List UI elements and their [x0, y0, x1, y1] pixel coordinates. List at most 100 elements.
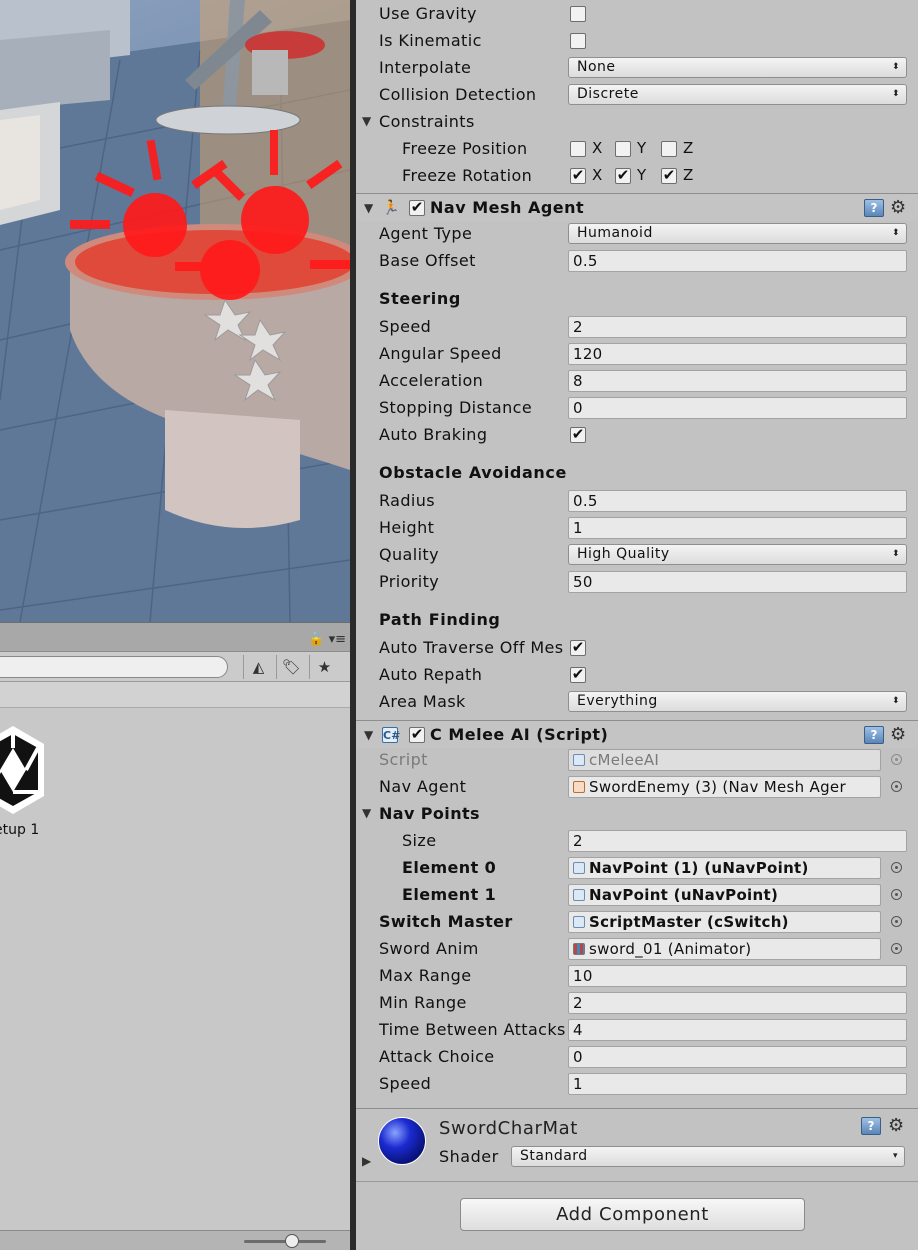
nav-agent-label: Nav Agent [379, 777, 467, 796]
height-field[interactable]: 1 [568, 517, 907, 539]
fold-closed-icon[interactable]: ▶ [362, 1151, 371, 1171]
gear-icon[interactable]: ⚙ [888, 1115, 904, 1136]
switch-master-field[interactable]: ScriptMaster (cSwitch) [568, 911, 881, 933]
shader-value: Standard [520, 1148, 588, 1164]
element-1-field[interactable]: NavPoint (uNavPoint) [568, 884, 881, 906]
script-file-icon [573, 862, 585, 874]
size-field[interactable]: 2 [568, 830, 907, 852]
material-name: SwordCharMat [439, 1118, 578, 1139]
shader-dropdown[interactable]: Standard ▾ [511, 1146, 905, 1167]
object-picker-icon[interactable] [891, 781, 902, 792]
filter-by-type-icon[interactable]: ◭ [243, 655, 273, 679]
element-0-label: Element 0 [402, 858, 497, 877]
nav-points-size-row: Size 2 [356, 827, 918, 854]
freeze-rotation-z-checkbox[interactable]: ✔ [661, 168, 677, 184]
interpolate-row: Interpolate None ⬍ [356, 54, 918, 81]
project-search-input[interactable] [0, 656, 228, 678]
dropdown-arrow-icon: ⬍ [891, 696, 900, 706]
freeze-position-x-checkbox[interactable] [570, 141, 586, 157]
nav-agent-field[interactable]: SwordEnemy (3) (Nav Mesh Ager [568, 776, 881, 798]
max-range-field[interactable]: 10 [568, 965, 907, 987]
melee-ai-enabled-checkbox[interactable]: ✔ [409, 727, 425, 743]
script-file-icon [573, 889, 585, 901]
axis-z-label: Z [683, 166, 694, 184]
melee-ai-header[interactable]: ▼ C# ✔ C Melee AI (Script) ? ⚙ [356, 720, 918, 748]
min-range-field[interactable]: 2 [568, 992, 907, 1014]
stopping-distance-field[interactable]: 0 [568, 397, 907, 419]
favorite-star-icon[interactable]: ★ [309, 655, 339, 679]
collision-detection-dropdown[interactable]: Discrete ⬍ [568, 84, 907, 105]
interpolate-dropdown[interactable]: None ⬍ [568, 57, 907, 78]
is-kinematic-checkbox[interactable] [570, 33, 586, 49]
freeze-rotation-y-checkbox[interactable]: ✔ [615, 168, 631, 184]
priority-field[interactable]: 50 [568, 571, 907, 593]
ai-speed-label: Speed [379, 1074, 432, 1093]
nav-mesh-agent-enabled-checkbox[interactable]: ✔ [409, 200, 425, 216]
size-label: Size [402, 831, 437, 850]
constraints-row[interactable]: ▼ Constraints [356, 108, 918, 135]
script-field: cMeleeAI [568, 749, 881, 771]
ai-speed-field[interactable]: 1 [568, 1073, 907, 1095]
time-between-attacks-field[interactable]: 4 [568, 1019, 907, 1041]
project-tab-bar: 🔒 ▾≡ [0, 622, 350, 652]
acceleration-field[interactable]: 8 [568, 370, 907, 392]
asset-label[interactable]: etup 1 [0, 822, 39, 838]
object-picker-icon[interactable] [891, 916, 902, 927]
inspector-panel: Use Gravity Is Kinematic Interpolate Non… [356, 0, 918, 1250]
axis-x-label: X [592, 166, 603, 184]
object-picker-icon[interactable] [891, 889, 902, 900]
fold-open-icon[interactable]: ▼ [362, 800, 371, 827]
auto-traverse-checkbox[interactable]: ✔ [570, 640, 586, 656]
agent-type-dropdown[interactable]: Humanoid ⬍ [568, 223, 907, 244]
max-range-row: Max Range 10 [356, 962, 918, 989]
lock-icon[interactable]: 🔒 ▾≡ [308, 632, 346, 647]
area-mask-dropdown[interactable]: Everything ⬍ [568, 691, 907, 712]
filter-by-label-icon[interactable]: 🏷 [276, 655, 306, 679]
element-0-field[interactable]: NavPoint (1) (uNavPoint) [568, 857, 881, 879]
dropdown-arrow-icon: ⬍ [891, 549, 900, 559]
gear-icon[interactable]: ⚙ [890, 197, 906, 218]
auto-traverse-label: Auto Traverse Off Mes [379, 638, 564, 657]
element-1-value: NavPoint (uNavPoint) [589, 886, 779, 904]
priority-row: Priority 50 [356, 568, 918, 595]
use-gravity-checkbox[interactable] [570, 6, 586, 22]
help-book-icon[interactable]: ? [861, 1117, 881, 1135]
icon-size-slider-handle[interactable] [285, 1234, 299, 1248]
attack-choice-field[interactable]: 0 [568, 1046, 907, 1068]
freeze-position-y-checkbox[interactable] [615, 141, 631, 157]
help-book-icon[interactable]: ? [864, 199, 884, 217]
use-gravity-row: Use Gravity [356, 0, 918, 27]
auto-braking-checkbox[interactable]: ✔ [570, 427, 586, 443]
quality-row: Quality High Quality ⬍ [356, 541, 918, 568]
add-component-button[interactable]: Add Component [460, 1198, 805, 1231]
fold-open-icon[interactable]: ▼ [364, 194, 373, 222]
unity-scene-asset-icon[interactable] [0, 724, 46, 816]
sword-anim-field[interactable]: sword_01 (Animator) [568, 938, 881, 960]
base-offset-label: Base Offset [379, 251, 476, 270]
fold-open-icon[interactable]: ▼ [362, 108, 371, 135]
freeze-position-z-checkbox[interactable] [661, 141, 677, 157]
melee-ai-title: C Melee AI (Script) [430, 725, 609, 744]
scene-view[interactable] [0, 0, 350, 622]
object-picker-icon[interactable] [891, 943, 902, 954]
help-book-icon[interactable]: ? [864, 726, 884, 744]
speed-field[interactable]: 2 [568, 316, 907, 338]
nav-mesh-agent-header[interactable]: ▼ 🏃 ✔ Nav Mesh Agent ? ⚙ [356, 193, 918, 221]
acceleration-row: Acceleration 8 [356, 367, 918, 394]
freeze-rotation-x-checkbox[interactable]: ✔ [570, 168, 586, 184]
nav-mesh-agent-title: Nav Mesh Agent [430, 198, 585, 217]
base-offset-field[interactable]: 0.5 [568, 250, 907, 272]
object-picker-icon[interactable] [891, 862, 902, 873]
area-mask-value: Everything [577, 693, 658, 709]
auto-repath-checkbox[interactable]: ✔ [570, 667, 586, 683]
angular-speed-field[interactable]: 120 [568, 343, 907, 365]
nav-points-row[interactable]: ▼ Nav Points [356, 800, 918, 827]
nav-mesh-agent-icon: 🏃 [382, 200, 400, 216]
material-preview-sphere[interactable] [378, 1117, 426, 1165]
quality-dropdown[interactable]: High Quality ⬍ [568, 544, 907, 565]
freeze-rotation-label: Freeze Rotation [402, 166, 533, 185]
radius-field[interactable]: 0.5 [568, 490, 907, 512]
fold-open-icon[interactable]: ▼ [364, 721, 373, 749]
nav-points-label: Nav Points [379, 804, 480, 823]
gear-icon[interactable]: ⚙ [890, 724, 906, 745]
